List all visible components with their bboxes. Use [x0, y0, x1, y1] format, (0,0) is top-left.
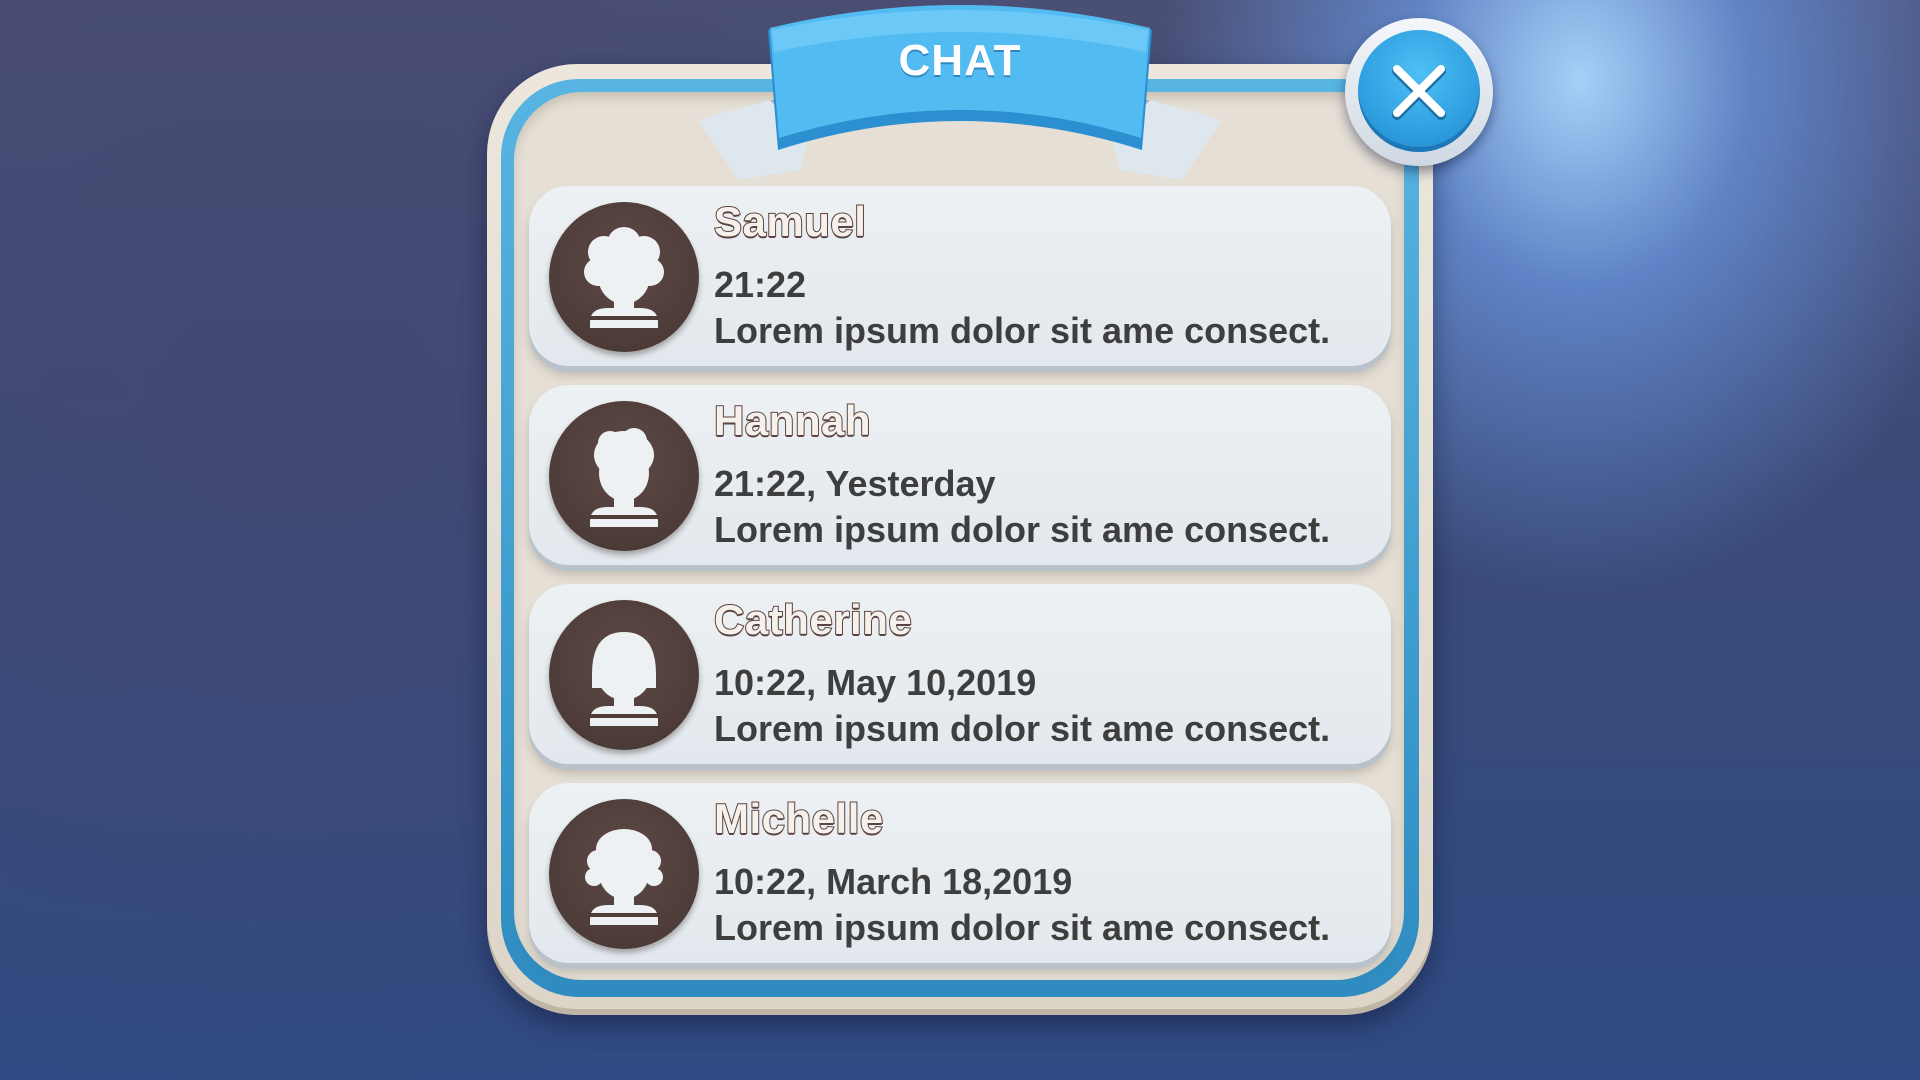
contact-name: Catherine [713, 595, 913, 644]
avatar [549, 799, 699, 949]
message-time: 21:22, Yesterday [714, 463, 996, 504]
curly-hair-person-icon [584, 227, 664, 328]
contact-name: Samuel [713, 197, 867, 246]
close-x-icon [1392, 65, 1446, 120]
avatar [549, 202, 699, 352]
message-time: 10:22, March 18,2019 [714, 861, 1073, 902]
avatar [549, 401, 699, 551]
chat-row-samuel[interactable]: Samuel 21:22 Lorem ipsum dolor sit ame c… [529, 186, 1391, 366]
close-button-face [1358, 30, 1480, 152]
message-preview: Lorem ipsum dolor sit ame consect. [714, 708, 1331, 749]
chat-list: Samuel 21:22 Lorem ipsum dolor sit ame c… [529, 186, 1391, 982]
bun-hair-person-icon [585, 829, 663, 925]
message-preview: Lorem ipsum dolor sit ame consect. [714, 310, 1331, 351]
short-hair-person-icon [588, 428, 660, 527]
chat-row-hannah[interactable]: Hannah 21:22, Yesterday Lorem ipsum dolo… [529, 385, 1391, 565]
contact-name: Michelle [713, 794, 884, 843]
message-time: 10:22, May 10,2019 [714, 662, 1037, 703]
close-button[interactable] [1345, 18, 1493, 166]
chat-row-catherine[interactable]: Catherine 10:22, May 10,2019 Lorem ipsum… [529, 584, 1391, 764]
chat-row-michelle[interactable]: Michelle 10:22, March 18,2019 Lorem ipsu… [529, 783, 1391, 963]
bob-hair-person-icon [588, 632, 660, 726]
avatar [549, 600, 699, 750]
message-time: 21:22 [714, 264, 807, 305]
message-preview: Lorem ipsum dolor sit ame consect. [714, 509, 1331, 550]
contact-name: Hannah [713, 396, 872, 445]
chat-title: CHAT [898, 36, 1022, 85]
title-ribbon [698, 5, 1222, 180]
message-preview: Lorem ipsum dolor sit ame consect. [714, 907, 1331, 948]
